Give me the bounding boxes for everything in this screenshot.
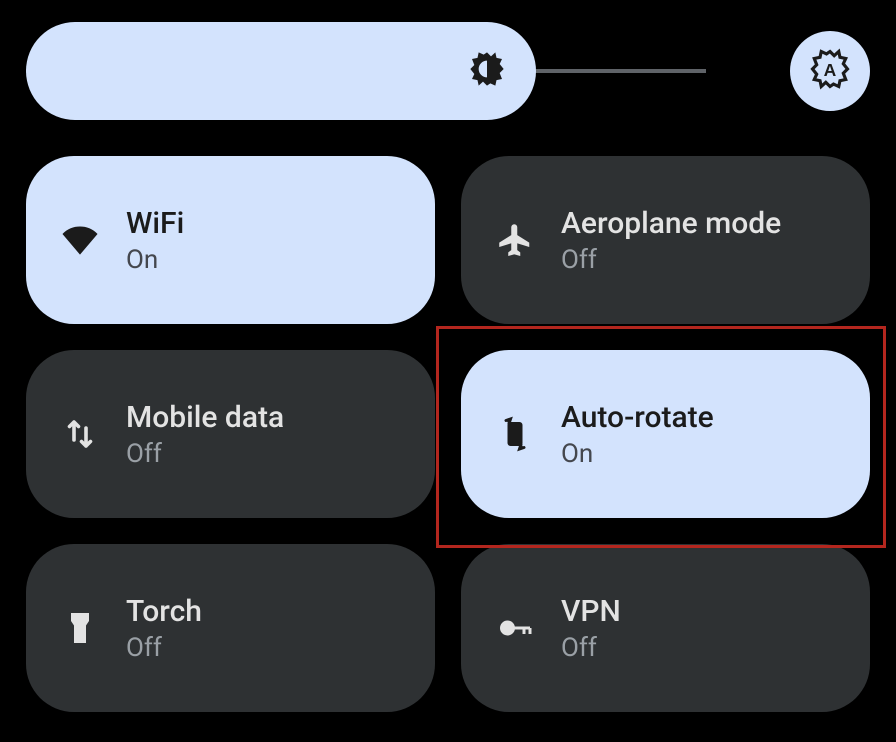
tile-torch-label: Torch xyxy=(126,594,202,629)
wifi-icon xyxy=(56,216,104,264)
brightness-slider[interactable] xyxy=(26,22,706,120)
tile-auto-rotate-label: Auto-rotate xyxy=(561,400,714,435)
tile-airplane-status: Off xyxy=(561,245,781,275)
torch-icon xyxy=(56,604,104,652)
brightness-icon xyxy=(467,49,507,93)
tile-auto-rotate-status: On xyxy=(561,439,714,469)
tile-auto-rotate[interactable]: Auto-rotate On xyxy=(461,350,870,518)
tile-wifi-label: WiFi xyxy=(126,206,184,241)
tile-mobile-data-status: Off xyxy=(126,439,284,469)
svg-text:A: A xyxy=(824,60,837,80)
brightness-thumb[interactable] xyxy=(438,22,536,120)
tile-torch-status: Off xyxy=(126,633,202,663)
airplane-icon xyxy=(491,216,539,264)
auto-brightness-icon: A xyxy=(809,48,851,94)
tile-wifi-status: On xyxy=(126,245,184,275)
auto-rotate-icon xyxy=(491,410,539,458)
tile-wifi[interactable]: WiFi On xyxy=(26,156,435,324)
tile-torch[interactable]: Torch Off xyxy=(26,544,435,712)
tile-mobile-data[interactable]: Mobile data Off xyxy=(26,350,435,518)
tile-mobile-data-label: Mobile data xyxy=(126,400,284,435)
mobile-data-icon xyxy=(56,410,104,458)
tile-vpn-label: VPN xyxy=(561,594,621,629)
tile-vpn-status: Off xyxy=(561,633,621,663)
tile-airplane-label: Aeroplane mode xyxy=(561,206,781,241)
tile-airplane[interactable]: Aeroplane mode Off xyxy=(461,156,870,324)
auto-brightness-button[interactable]: A xyxy=(790,31,870,111)
tile-vpn[interactable]: VPN Off xyxy=(461,544,870,712)
vpn-icon xyxy=(491,604,539,652)
